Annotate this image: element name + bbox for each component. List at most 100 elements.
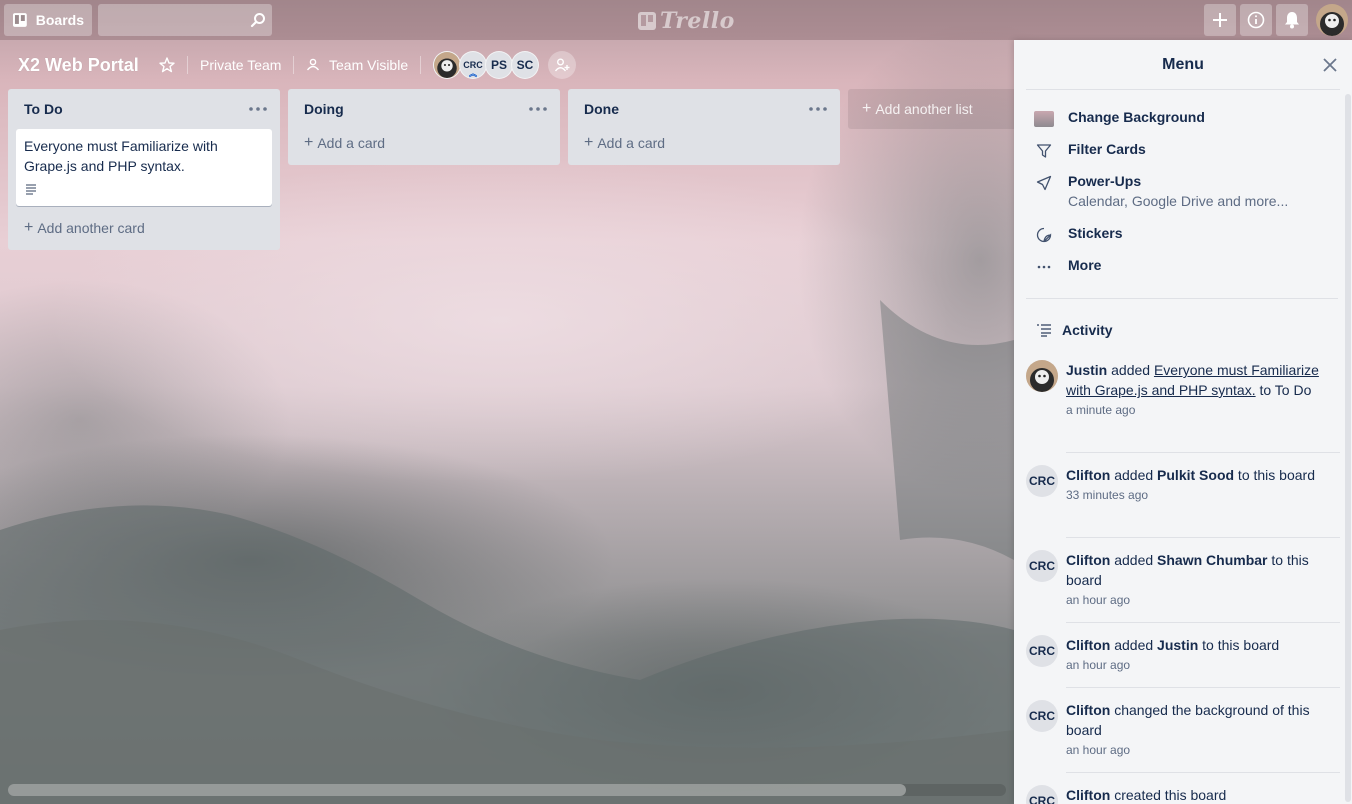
member-avatar-justin[interactable] bbox=[433, 51, 461, 79]
ellipsis-icon bbox=[529, 107, 547, 111]
boards-button[interactable]: Boards bbox=[4, 4, 92, 36]
board-menu-sidebar: Menu Change Background Filter Cards Powe… bbox=[1014, 40, 1352, 804]
card-title: Everyone must Familiarize with Grape.js … bbox=[24, 138, 218, 174]
activity-item: CRC Clifton added Pulkit Sood to this bo… bbox=[1026, 465, 1342, 525]
menu-item-change-background[interactable]: Change Background bbox=[1014, 109, 1344, 131]
activity-target[interactable]: Justin bbox=[1157, 637, 1198, 653]
search-input[interactable] bbox=[98, 4, 272, 36]
list-title[interactable]: Doing bbox=[304, 101, 344, 117]
background-landscape bbox=[0, 300, 1014, 804]
list-title[interactable]: To Do bbox=[24, 101, 63, 117]
activity-time[interactable]: 33 minutes ago bbox=[1066, 485, 1336, 505]
member-avatar-sc[interactable]: SC bbox=[511, 51, 539, 79]
activity-time[interactable]: a minute ago bbox=[1066, 400, 1336, 420]
list-doing: Doing + Add a card bbox=[288, 89, 560, 165]
activity-text: Clifton added Pulkit Sood to this board 3… bbox=[1066, 465, 1336, 505]
avatar-image bbox=[1316, 4, 1348, 36]
activity-header: Activity bbox=[1036, 322, 1113, 338]
menu-item-filter-cards[interactable]: Filter Cards bbox=[1014, 141, 1344, 163]
trello-logo[interactable]: Trello bbox=[638, 8, 735, 34]
team-button[interactable]: Private Team bbox=[200, 57, 281, 73]
top-header: Boards Trello bbox=[0, 0, 1352, 40]
avatar[interactable]: CRC bbox=[1026, 635, 1058, 667]
avatar-image bbox=[434, 52, 460, 78]
notifications-button[interactable] bbox=[1276, 4, 1308, 36]
header-actions bbox=[1204, 4, 1348, 36]
menu-item-power-ups[interactable]: Power-Ups Calendar, Google Drive and mor… bbox=[1014, 173, 1344, 215]
create-button[interactable] bbox=[1204, 4, 1236, 36]
info-icon bbox=[1247, 11, 1265, 29]
boards-label: Boards bbox=[35, 12, 84, 28]
list-menu-button[interactable] bbox=[806, 99, 830, 119]
list-title[interactable]: Done bbox=[584, 101, 619, 117]
add-person-icon bbox=[554, 58, 570, 72]
visibility-button[interactable]: Team Visible bbox=[329, 57, 408, 73]
star-icon[interactable] bbox=[158, 56, 176, 74]
avatar[interactable] bbox=[1026, 360, 1058, 392]
list-header[interactable]: Done bbox=[568, 89, 840, 129]
activity-user[interactable]: Clifton bbox=[1066, 787, 1110, 803]
avatar[interactable]: CRC bbox=[1026, 550, 1058, 582]
add-card-button[interactable]: + Add a card bbox=[576, 129, 832, 157]
header-divider bbox=[187, 56, 188, 74]
activity-time[interactable]: an hour ago bbox=[1066, 655, 1336, 675]
team-visibility-icon bbox=[306, 58, 320, 71]
card[interactable]: Everyone must Familiarize with Grape.js … bbox=[16, 129, 272, 206]
member-avatar-crc[interactable]: CRC ︽ bbox=[459, 51, 487, 79]
activity-item: CRC Clifton changed the background of th… bbox=[1026, 700, 1342, 760]
header-divider bbox=[420, 56, 421, 74]
activity-text: Clifton added Shawn Chumbar to this boar… bbox=[1066, 550, 1336, 610]
member-avatar-ps[interactable]: PS bbox=[485, 51, 513, 79]
add-card-button[interactable]: + Add a card bbox=[296, 129, 552, 157]
plus-icon: + bbox=[584, 134, 594, 151]
plus-icon: + bbox=[304, 134, 314, 151]
activity-time[interactable]: an hour ago bbox=[1066, 740, 1336, 760]
list-header[interactable]: Doing bbox=[288, 89, 560, 129]
activity-target[interactable]: Pulkit Sood bbox=[1157, 467, 1234, 483]
filter-icon bbox=[1034, 141, 1054, 161]
menu-scrollbar[interactable] bbox=[1345, 94, 1351, 802]
activity-divider bbox=[1066, 772, 1340, 773]
menu-item-stickers[interactable]: Stickers bbox=[1014, 225, 1344, 247]
search-box bbox=[98, 4, 272, 36]
activity-user[interactable]: Justin bbox=[1066, 362, 1107, 378]
horizontal-scrollbar-thumb[interactable] bbox=[8, 784, 906, 796]
ellipsis-icon bbox=[249, 107, 267, 111]
bell-icon bbox=[1285, 12, 1299, 29]
close-icon[interactable] bbox=[1322, 57, 1338, 73]
menu-item-more[interactable]: More bbox=[1014, 257, 1344, 279]
list-to-do: To Do Everyone must Familiarize with Gra… bbox=[8, 89, 280, 250]
invite-member-button[interactable] bbox=[548, 51, 576, 79]
search-icon[interactable] bbox=[250, 12, 266, 28]
user-avatar[interactable] bbox=[1316, 4, 1348, 36]
plus-icon: + bbox=[862, 100, 872, 117]
activity-user[interactable]: Clifton bbox=[1066, 552, 1110, 568]
activity-divider bbox=[1066, 622, 1340, 623]
avatar[interactable]: CRC bbox=[1026, 700, 1058, 732]
info-button[interactable] bbox=[1240, 4, 1272, 36]
activity-user[interactable]: Clifton bbox=[1066, 702, 1110, 718]
board-title[interactable]: X2 Web Portal bbox=[18, 55, 139, 76]
header-divider bbox=[293, 56, 294, 74]
list-menu-button[interactable] bbox=[246, 99, 270, 119]
activity-user[interactable]: Clifton bbox=[1066, 637, 1110, 653]
activity-text: Clifton changed the background of this b… bbox=[1066, 700, 1336, 760]
activity-divider bbox=[1066, 537, 1340, 538]
list-done: Done + Add a card bbox=[568, 89, 840, 165]
avatar[interactable]: CRC bbox=[1026, 785, 1058, 804]
activity-item: CRC Clifton added Justin to this board an… bbox=[1026, 635, 1342, 675]
power-ups-description: Calendar, Google Drive and more... bbox=[1068, 193, 1289, 209]
list-header[interactable]: To Do bbox=[8, 89, 280, 129]
add-card-button[interactable]: + Add another card bbox=[16, 214, 272, 242]
ellipsis-icon bbox=[1034, 257, 1054, 277]
activity-text: Justin added Everyone must Familiarize w… bbox=[1066, 360, 1336, 420]
avatar-image bbox=[1026, 360, 1058, 392]
plus-icon: + bbox=[24, 219, 34, 236]
avatar[interactable]: CRC bbox=[1026, 465, 1058, 497]
activity-user[interactable]: Clifton bbox=[1066, 467, 1110, 483]
activity-target[interactable]: Shawn Chumbar bbox=[1157, 552, 1267, 568]
list-menu-button[interactable] bbox=[526, 99, 550, 119]
activity-time[interactable]: an hour ago bbox=[1066, 590, 1336, 610]
activity-text: Clifton added Justin to this board an hou… bbox=[1066, 635, 1336, 675]
background-thumbnail bbox=[1034, 109, 1054, 129]
